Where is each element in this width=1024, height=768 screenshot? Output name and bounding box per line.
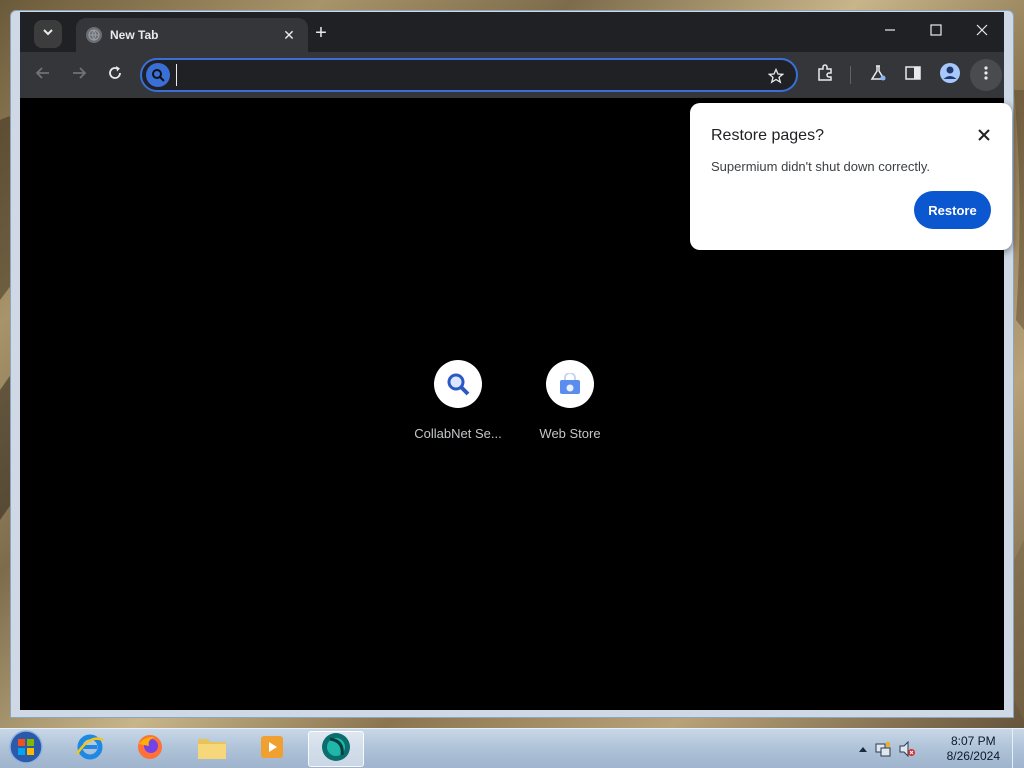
bookmark-star-icon[interactable] [766, 66, 786, 86]
arrow-left-icon [35, 65, 51, 86]
toolbar [20, 52, 1004, 98]
shortcut-label: Web Store [539, 426, 601, 441]
taskbar-file-explorer[interactable] [184, 731, 240, 767]
menu-button[interactable] [970, 59, 1002, 91]
plus-icon: + [315, 22, 327, 44]
shortcut-tile[interactable]: CollabNet Se... [408, 360, 508, 441]
kebab-menu-icon [984, 65, 988, 86]
address-input[interactable] [176, 64, 756, 86]
minimize-icon [884, 23, 896, 41]
globe-icon [86, 27, 102, 43]
labs-button[interactable] [865, 62, 891, 88]
clock-date: 8/26/2024 [946, 749, 1000, 763]
tab-close-icon[interactable]: ✕ [280, 27, 298, 44]
media-player-icon [258, 733, 286, 766]
network-icon[interactable] [874, 741, 892, 757]
browser-window: New Tab ✕ + CollabNet Se... Web Store Re… [10, 10, 1014, 718]
tab-title: New Tab [110, 28, 159, 42]
forward-button[interactable] [66, 62, 92, 88]
internet-explorer-icon [75, 732, 105, 767]
folder-icon [196, 733, 228, 766]
new-tab-page: CollabNet Se... Web Store Restore pages?… [20, 98, 1012, 710]
close-window-button[interactable] [962, 20, 1002, 44]
profile-button[interactable] [937, 62, 963, 88]
back-button[interactable] [30, 62, 56, 88]
arrow-right-icon [71, 65, 87, 86]
taskbar-internet-explorer[interactable] [62, 731, 118, 767]
address-bar[interactable] [140, 58, 798, 92]
close-icon [976, 23, 988, 41]
puzzle-icon [816, 63, 834, 87]
shortcut-label: CollabNet Se... [414, 426, 502, 441]
taskbar-media-player[interactable] [244, 731, 300, 767]
volume-muted-icon[interactable] [898, 741, 916, 757]
tab-new-tab[interactable]: New Tab ✕ [76, 18, 308, 52]
system-tray: 8:07 PM 8/26/2024 [854, 729, 1024, 768]
side-panel-icon [904, 64, 922, 87]
tab-strip: New Tab ✕ + [20, 12, 1004, 52]
taskbar-supermium[interactable] [308, 731, 364, 767]
show-desktop-button[interactable] [1012, 729, 1024, 768]
taskbar-firefox[interactable] [122, 731, 178, 767]
restore-button[interactable]: Restore [914, 191, 991, 229]
side-panel-button[interactable] [900, 62, 926, 88]
tab-search-button[interactable] [34, 20, 62, 48]
reload-icon [107, 65, 123, 86]
magnifier-icon [434, 360, 482, 408]
web-store-icon [546, 360, 594, 408]
dialog-message: Supermium didn't shut down correctly. [711, 159, 931, 174]
taskbar: 8:07 PM 8/26/2024 [0, 728, 1024, 768]
clock[interactable]: 8:07 PM 8/26/2024 [947, 734, 1000, 764]
firefox-icon [135, 732, 165, 767]
maximize-icon [930, 23, 942, 41]
chevron-down-icon [42, 25, 54, 43]
search-icon [146, 63, 170, 87]
maximize-button[interactable] [916, 20, 956, 44]
avatar-icon [939, 62, 961, 89]
shortcut-tile[interactable]: Web Store [520, 360, 620, 441]
start-button[interactable] [6, 729, 46, 768]
flask-icon [869, 64, 887, 87]
restore-pages-dialog: Restore pages? Supermium didn't shut dow… [690, 103, 1012, 250]
show-hidden-icons-icon[interactable] [854, 741, 872, 757]
dialog-title: Restore pages? [711, 127, 824, 144]
toolbar-divider [850, 66, 851, 84]
supermium-icon [320, 731, 352, 768]
new-tab-button[interactable]: + [310, 23, 332, 45]
minimize-button[interactable] [870, 20, 910, 44]
close-dialog-icon[interactable] [974, 125, 994, 145]
extensions-button[interactable] [812, 62, 838, 88]
reload-button[interactable] [102, 62, 128, 88]
clock-time: 8:07 PM [950, 734, 996, 748]
windows-orb-icon [8, 729, 44, 768]
